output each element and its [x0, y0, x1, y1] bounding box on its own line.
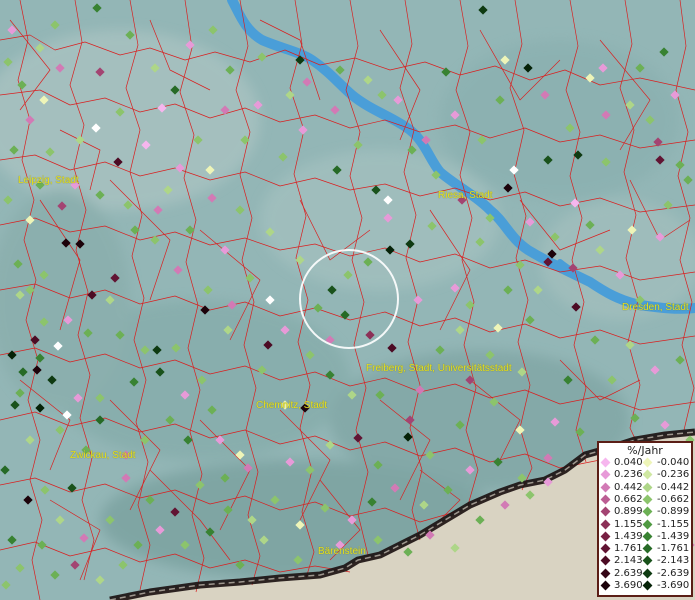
legend-swatch	[642, 555, 653, 566]
city-label-leipzig: Leipzig, Stadt	[18, 175, 79, 186]
legend-value: -0.040	[657, 457, 690, 468]
legend-row: 1.439 -1.439	[599, 531, 691, 543]
city-label-zwickau: Zwickau, Stadt	[70, 450, 136, 461]
legend-value: 3.690	[614, 580, 643, 591]
legend-swatch	[600, 580, 611, 591]
legend-swatch	[642, 519, 653, 529]
legend-row: 1.155 -1.155	[599, 519, 691, 531]
legend-swatch	[600, 531, 611, 542]
map-canvas[interactable]	[0, 0, 695, 600]
legend-swatch	[600, 506, 611, 517]
city-label-riesa: Riesa, Stadt	[438, 190, 493, 201]
legend-title: %/Jahr	[627, 444, 663, 457]
legend-value: -1.155	[657, 518, 690, 530]
legend-row: 0.236 -0.236	[599, 469, 691, 481]
legend-row: 2.143 -2.143	[599, 555, 691, 567]
legend-swatch	[642, 494, 653, 505]
legend-value: 0.662	[614, 493, 643, 505]
legend-value: 0.899	[614, 506, 643, 518]
legend-value: 0.236	[614, 469, 643, 481]
legend-swatch	[642, 482, 653, 493]
legend-swatch	[600, 482, 611, 493]
city-label-freiberg: Freiberg, Stadt, Universitätsstadt	[366, 363, 512, 374]
legend-value: 2.143	[614, 555, 643, 567]
legend-value: 0.040	[614, 457, 643, 468]
legend-swatch	[642, 543, 653, 554]
legend-row: 1.761 -1.761	[599, 543, 691, 555]
legend-swatch	[600, 568, 611, 579]
legend-row: 3.690 -3.690	[599, 580, 691, 592]
legend-value: -0.236	[657, 469, 690, 481]
legend-row: 2.639 -2.639	[599, 568, 691, 580]
legend-value: -1.761	[657, 543, 690, 555]
legend-value: -2.639	[657, 567, 690, 579]
legend-value: -0.442	[657, 481, 690, 493]
legend-row: 0.040 -0.040	[599, 457, 691, 469]
legend-value: 1.155	[614, 518, 643, 530]
legend-swatch	[642, 531, 653, 542]
legend-swatch	[600, 494, 611, 505]
legend-row: 0.442 -0.442	[599, 482, 691, 494]
legend-value: 1.761	[614, 543, 643, 555]
legend-value: -3.690	[657, 580, 690, 591]
legend-swatch	[600, 519, 611, 529]
legend-swatch	[642, 568, 653, 579]
legend-value: 2.639	[614, 567, 643, 579]
legend-value: -2.143	[657, 555, 690, 567]
legend-value: 1.439	[614, 530, 643, 542]
map-legend: %/Jahr 0.040 -0.040 0.236 -0.236 0.442 -0.442…	[597, 441, 693, 597]
legend-swatch	[642, 457, 653, 468]
legend-swatch	[600, 543, 611, 554]
legend-row: 0.662 -0.662	[599, 494, 691, 506]
legend-swatch	[600, 555, 611, 566]
legend-swatch	[600, 457, 611, 468]
legend-swatch	[642, 469, 653, 480]
legend-swatch	[642, 580, 653, 591]
legend-value: -0.662	[657, 493, 690, 505]
legend-value: 0.442	[614, 481, 643, 493]
legend-swatch	[600, 469, 611, 480]
legend-value: -0.899	[657, 506, 690, 518]
city-label-baerenstein: Bärenstein	[318, 546, 366, 557]
legend-value: -1.439	[657, 530, 690, 542]
legend-swatch	[642, 506, 653, 517]
legend-row: 0.899 -0.899	[599, 506, 691, 518]
city-label-dresden: Dresden, Stadt	[622, 302, 689, 313]
city-label-chemnitz: Chemnitz, Stadt	[256, 400, 328, 411]
